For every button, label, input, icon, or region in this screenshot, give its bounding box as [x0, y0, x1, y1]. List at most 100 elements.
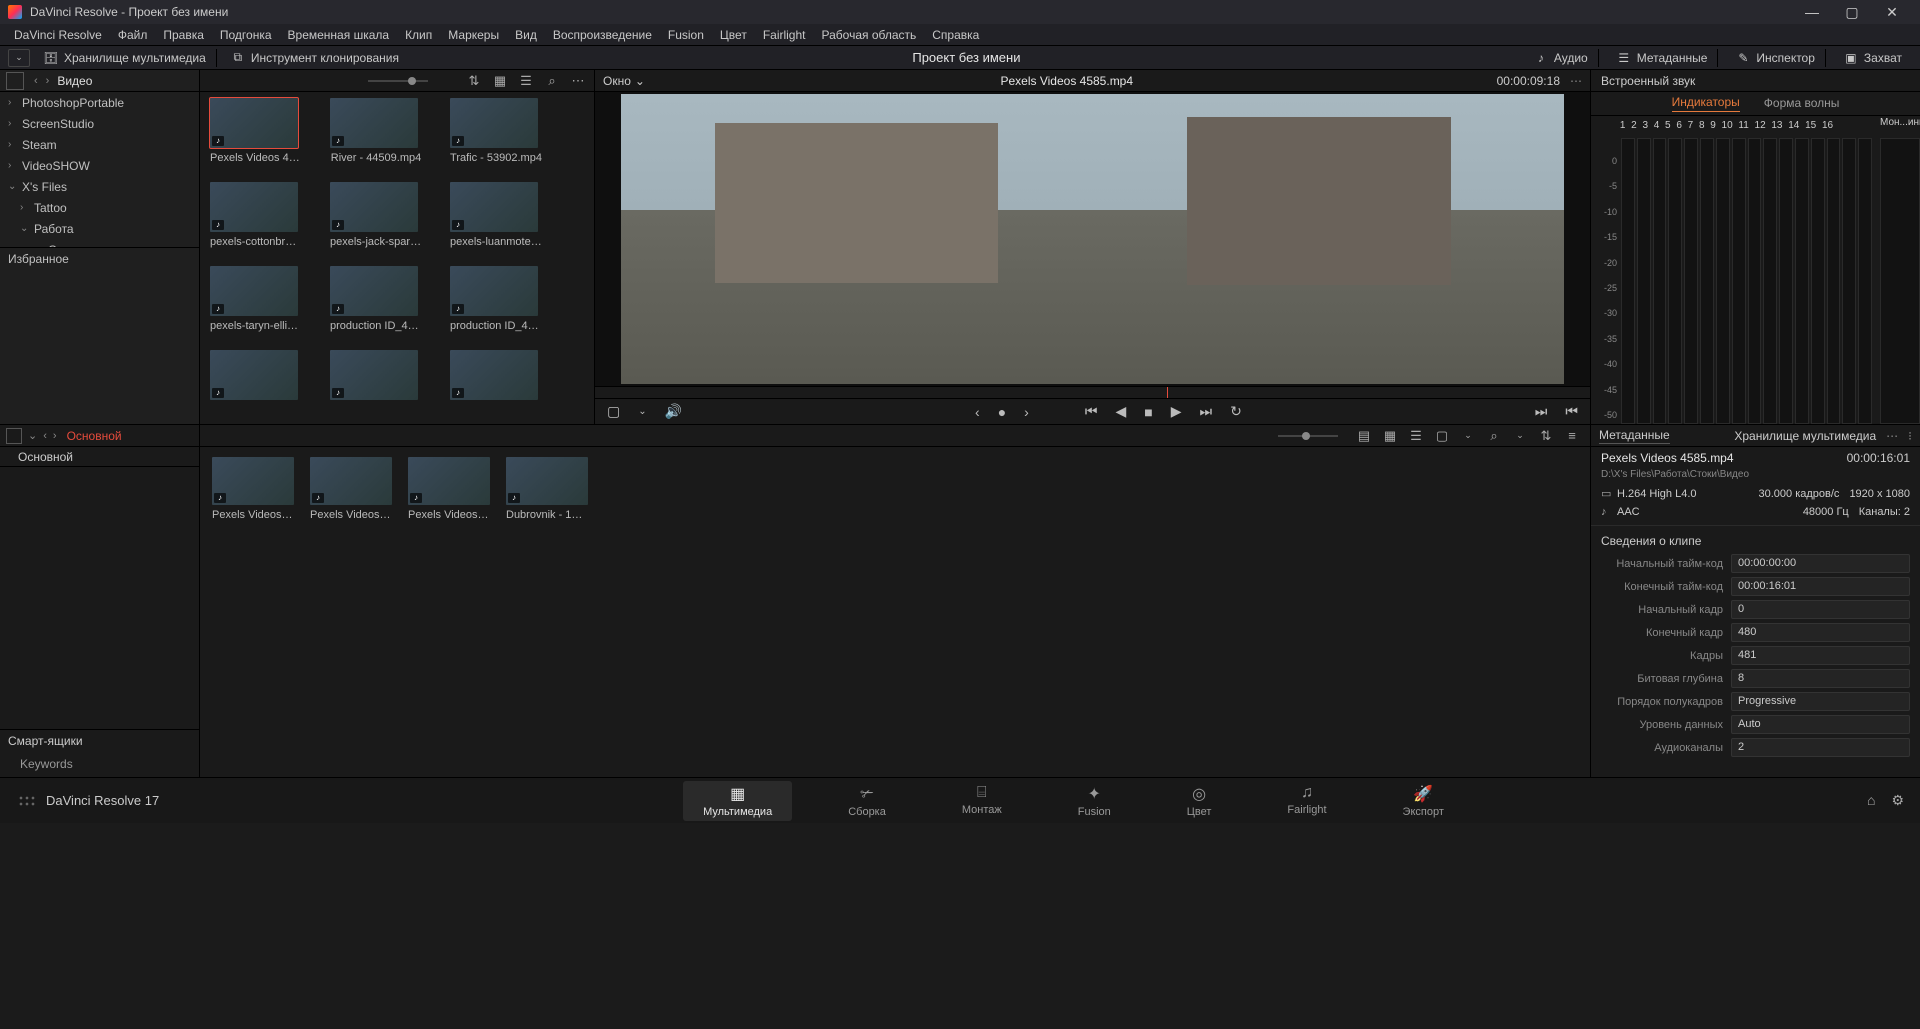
viewer-options-icon[interactable]: ⋯ — [1570, 74, 1582, 88]
pool-clip[interactable]: ♪Pexels Videos 458... — [408, 457, 490, 521]
nav-back[interactable]: ‹ — [30, 75, 42, 87]
menu-воспроизведение[interactable]: Воспроизведение — [545, 28, 660, 42]
meta-field-value[interactable]: Progressive — [1731, 692, 1910, 711]
meta-field-value[interactable]: 481 — [1731, 646, 1910, 665]
play-icon[interactable]: ▶ — [1171, 403, 1182, 420]
maximize-button[interactable]: ▢ — [1832, 4, 1872, 21]
media-thumbnail[interactable]: ♪pexels-jack-sparrow-... — [330, 182, 422, 248]
media-thumbnail[interactable]: ♪production ID_43407... — [450, 266, 542, 332]
match-frame-icon[interactable]: ▢ — [607, 403, 620, 420]
menu-справка[interactable]: Справка — [924, 28, 987, 42]
close-button[interactable]: ✕ — [1872, 4, 1912, 21]
sort-button[interactable]: ⇅ — [466, 73, 482, 89]
bin-menu-icon[interactable]: ⌄ — [28, 429, 37, 442]
mark-in-icon[interactable]: ‹ — [975, 404, 980, 420]
favorites-section[interactable]: Избранное — [0, 247, 199, 269]
mark-out-icon[interactable]: › — [1024, 404, 1029, 420]
loop-icon[interactable]: ↻ — [1230, 403, 1242, 420]
pool-clip[interactable]: ♪Pexels Videos 141... — [212, 457, 294, 521]
tab-waveform[interactable]: Форма волны — [1764, 96, 1840, 112]
video-frame[interactable] — [621, 94, 1564, 384]
clone-tool-toggle[interactable]: ⧉Инструмент клонирования — [221, 49, 409, 67]
media-thumbnail[interactable]: ♪ — [330, 350, 422, 404]
browser-more-icon[interactable]: ⋯ — [570, 73, 586, 89]
pool-search-icon[interactable]: ⌕ — [1486, 428, 1502, 444]
tree-item[interactable]: ›Tattoo — [0, 197, 199, 218]
page-fairlight[interactable]: ♫Fairlight — [1267, 781, 1346, 821]
viewer-mode-select[interactable]: Окно⌄ — [603, 74, 645, 88]
meta-field-value[interactable]: 0 — [1731, 600, 1910, 619]
menu-рабочая область[interactable]: Рабочая область — [814, 28, 925, 42]
tab-indicators[interactable]: Индикаторы — [1672, 95, 1740, 112]
pool-clip[interactable]: ♪Dubrovnik - 1286... — [506, 457, 588, 521]
meta-field-value[interactable]: 2 — [1731, 738, 1910, 757]
next-clip-icon[interactable]: ⏭ — [1535, 403, 1548, 420]
tree-item[interactable]: ⌄X's Files — [0, 176, 199, 197]
project-settings-icon[interactable]: ⚙ — [1891, 792, 1904, 809]
chevron-down-icon[interactable]: ⌄ — [1460, 428, 1476, 444]
tab-mediastorage[interactable]: Хранилище мультимедиа — [1734, 429, 1876, 443]
tree-item[interactable]: ›Steam — [0, 134, 199, 155]
menu-вид[interactable]: Вид — [507, 28, 545, 42]
panel-pin-icon[interactable] — [6, 72, 24, 90]
meta-field-value[interactable]: 480 — [1731, 623, 1910, 642]
capture-toggle[interactable]: ▣Захват — [1834, 49, 1912, 67]
page-сборка[interactable]: ✃Сборка — [828, 781, 906, 821]
page-монтаж[interactable]: ⌸Монтаж — [942, 781, 1022, 821]
metadata-panel-toggle[interactable]: ☰Метаданные — [1607, 49, 1719, 67]
audio-panel-toggle[interactable]: ♪Аудио — [1524, 49, 1599, 67]
media-thumbnail[interactable]: ♪pexels-luanmote-66... — [450, 182, 542, 248]
pool-view-thumb-icon[interactable]: ▦ — [1382, 428, 1398, 444]
meta-more-icon[interactable]: ⋯ — [1886, 429, 1898, 443]
minimize-button[interactable]: — — [1792, 4, 1832, 20]
tree-item[interactable]: ›PhotoshopPortable — [0, 92, 199, 113]
bins-forward[interactable]: › — [53, 430, 57, 442]
media-thumbnail[interactable]: ♪Trafic - 53902.mp4 — [450, 98, 542, 164]
media-thumbnail[interactable]: ♪pexels-taryn-elliott-5... — [210, 266, 302, 332]
tree-item[interactable]: ›VideoSHOW — [0, 155, 199, 176]
home-icon[interactable]: ⌂ — [1867, 792, 1875, 809]
nav-forward[interactable]: › — [42, 75, 54, 87]
smart-bins-section[interactable]: Смарт-ящики — [0, 729, 199, 751]
meta-field-value[interactable]: 8 — [1731, 669, 1910, 688]
media-thumbnail[interactable]: ♪ — [210, 350, 302, 404]
tree-item[interactable]: ›ScreenStudio — [0, 113, 199, 134]
chevron-down-icon[interactable]: ⌄ — [638, 406, 646, 417]
pool-opt-icon[interactable]: ≡ — [1564, 428, 1580, 444]
pool-view-strip-icon[interactable]: ▤ — [1356, 428, 1372, 444]
pool-clip[interactable]: ♪Pexels Videos 139... — [310, 457, 392, 521]
menu-подгонка[interactable]: Подгонка — [212, 28, 280, 42]
prev-clip-icon[interactable]: ⏮ — [1565, 403, 1578, 420]
menu-временная шкала[interactable]: Временная шкала — [280, 28, 398, 42]
media-thumbnail[interactable]: ♪pexels-cottonbro-54... — [210, 182, 302, 248]
bin-master[interactable]: Основной — [0, 447, 199, 467]
panel-pin-icon[interactable] — [6, 428, 22, 444]
bins-back[interactable]: ‹ — [43, 430, 47, 442]
menu-правка[interactable]: Правка — [155, 28, 212, 42]
media-storage-toggle[interactable]: 🗄Хранилище мультимедиа — [34, 49, 217, 67]
menu-davinci resolve[interactable]: DaVinci Resolve — [6, 28, 110, 42]
go-last-icon[interactable]: ⏭ — [1199, 403, 1212, 420]
page-экспорт[interactable]: 🚀Экспорт — [1383, 781, 1464, 821]
menu-файл[interactable]: Файл — [110, 28, 156, 42]
pool-sort-icon[interactable]: ⇅ — [1538, 428, 1554, 444]
go-first-icon[interactable]: ⏮ — [1085, 403, 1098, 420]
meta-field-value[interactable]: 00:00:00:00 — [1731, 554, 1910, 573]
menu-fusion[interactable]: Fusion — [660, 28, 712, 42]
volume-icon[interactable]: 🔊 — [665, 403, 682, 420]
layout-dropdown[interactable]: ⌄ — [8, 49, 30, 67]
pool-thumb-slider[interactable] — [1278, 435, 1338, 437]
meta-options-icon[interactable]: ⁝ — [1908, 429, 1912, 443]
meta-field-value[interactable]: Auto — [1731, 715, 1910, 734]
media-thumbnail[interactable]: ♪Pexels Videos 4585... — [210, 98, 302, 164]
meta-field-value[interactable]: 00:00:16:01 — [1731, 577, 1910, 596]
thumb-size-slider[interactable] — [368, 80, 428, 82]
pool-view-list-icon[interactable]: ☰ — [1408, 428, 1424, 444]
tab-metadata[interactable]: Метаданные — [1599, 428, 1670, 444]
media-thumbnail[interactable]: ♪production ID_42649... — [330, 266, 422, 332]
inspector-toggle[interactable]: ✎Инспектор — [1726, 49, 1826, 67]
stop-icon[interactable]: ■ — [1144, 404, 1152, 420]
view-thumb-icon[interactable]: ▦ — [492, 73, 508, 89]
smart-bin-keywords[interactable]: Keywords — [0, 751, 199, 777]
viewer-scrubber[interactable] — [595, 386, 1590, 398]
